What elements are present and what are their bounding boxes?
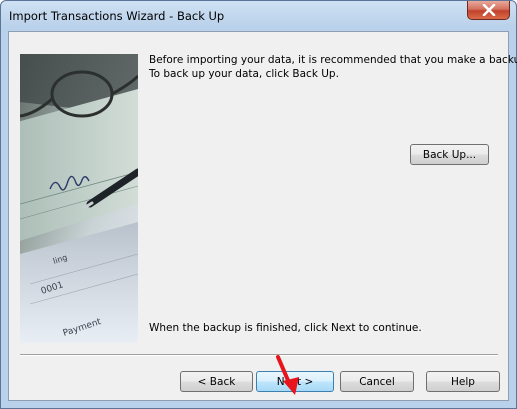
intro-line-1: Before importing your data, it is recomm… bbox=[149, 54, 517, 66]
back-button[interactable]: < Back bbox=[180, 371, 253, 392]
intro-line-2: To back up your data, click Back Up. bbox=[149, 68, 339, 80]
close-button[interactable] bbox=[467, 1, 510, 20]
back-up-button[interactable]: Back Up... bbox=[410, 144, 489, 165]
finish-instructions: When the backup is finished, click Next … bbox=[149, 322, 422, 334]
wizard-side-image: ling 0001 Payment bbox=[20, 54, 138, 343]
window-title: Import Transactions Wizard - Back Up bbox=[9, 9, 225, 23]
cancel-button[interactable]: Cancel bbox=[340, 371, 414, 392]
title-bar[interactable]: Import Transactions Wizard - Back Up bbox=[1, 1, 516, 31]
help-button[interactable]: Help bbox=[426, 371, 500, 392]
red-arrow-icon bbox=[276, 355, 299, 395]
wizard-window: Import Transactions Wizard - Back Up lin… bbox=[0, 0, 517, 409]
wizard-client-area: ling 0001 Payment Before importing your … bbox=[8, 31, 517, 401]
close-icon bbox=[482, 4, 496, 16]
footer-separator bbox=[20, 354, 498, 356]
intro-text: Before importing your data, it is recomm… bbox=[149, 53, 517, 81]
